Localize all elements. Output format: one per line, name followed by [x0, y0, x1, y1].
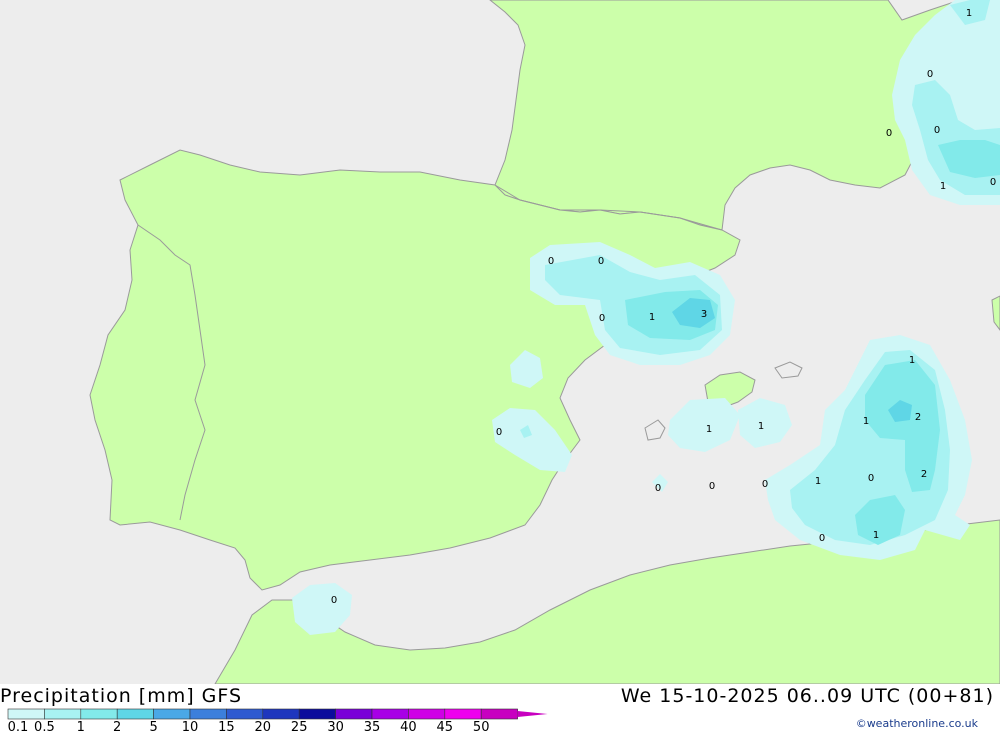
legend-tick-label: 10 [182, 720, 199, 733]
legend-tick-label: 45 [437, 720, 454, 733]
contour-label: 0 [886, 128, 892, 139]
legend-swatch [298, 708, 336, 720]
footer: Precipitation [mm] GFS We 15-10-2025 06.… [0, 684, 1000, 733]
legend-swatch [153, 708, 191, 720]
legend-tick-label: 40 [400, 720, 417, 733]
legend-swatch [226, 708, 264, 720]
legend-swatch [408, 708, 446, 720]
legend-tick-label: 25 [291, 720, 308, 733]
contour-label: 1 [758, 421, 764, 432]
legend-swatch [371, 708, 409, 720]
contour-label: 0 [934, 125, 940, 136]
legend-swatch [7, 708, 45, 720]
legend-swatch [262, 708, 300, 720]
contour-label: 1 [940, 181, 946, 192]
contour-label: 0 [990, 177, 996, 188]
legend-swatch [444, 708, 482, 720]
legend-swatch [335, 708, 373, 720]
contour-label: 0 [496, 427, 502, 438]
contour-label: 0 [548, 256, 554, 267]
contour-label: 2 [921, 469, 927, 480]
legend-tick-label: 35 [364, 720, 381, 733]
legend-tick-label: 15 [218, 720, 235, 733]
contour-label: 0 [331, 595, 337, 606]
contour-label: 0 [599, 313, 605, 324]
contour-label: 0 [819, 533, 825, 544]
legend-swatch [80, 708, 118, 720]
precipitation-legend: 0.1 0.5 1 2 5 10 15 20 25 30 35 40 45 50 [7, 708, 548, 733]
contour-label: 1 [966, 8, 972, 19]
forecast-timestamp: We 15-10-2025 06..09 UTC (00+81) [620, 685, 994, 707]
legend-swatch [44, 708, 82, 720]
contour-label: 1 [909, 355, 915, 366]
contour-label: 1 [863, 416, 869, 427]
legend-tick-label: 20 [255, 720, 272, 733]
legend-tick-label: 50 [473, 720, 490, 733]
credit-link[interactable]: ©weatheronline.co.uk [856, 717, 978, 730]
legend-tick-label: 0.1 [8, 720, 29, 733]
legend-tick-label: 2 [113, 720, 121, 733]
contour-label: 1 [873, 530, 879, 541]
legend-tick-label: 5 [149, 720, 157, 733]
contour-label: 0 [762, 479, 768, 490]
precipitation-map: 1 0 0 0 1 0 0 0 0 1 3 0 1 1 2 2 1 1 0 0 0 1 0 1 0 0 [0, 0, 1000, 684]
contour-label: 3 [701, 309, 707, 320]
legend-tick-label: 1 [77, 720, 85, 733]
contour-label: 1 [706, 424, 712, 435]
legend-swatch [480, 708, 518, 720]
contour-label: 1 [815, 476, 821, 487]
contour-label: 0 [598, 256, 604, 267]
legend-tick-label: 30 [327, 720, 344, 733]
legend-swatch [189, 708, 227, 720]
contour-label: 1 [649, 312, 655, 323]
legend-tick-label: 0.5 [34, 720, 55, 733]
contour-label: 0 [927, 69, 933, 80]
legend-arrow [517, 711, 548, 717]
contour-label: 0 [655, 483, 661, 494]
contour-label: 0 [868, 473, 874, 484]
legend-swatch [116, 708, 154, 720]
contour-label: 0 [709, 481, 715, 492]
contour-label: 2 [915, 412, 921, 423]
